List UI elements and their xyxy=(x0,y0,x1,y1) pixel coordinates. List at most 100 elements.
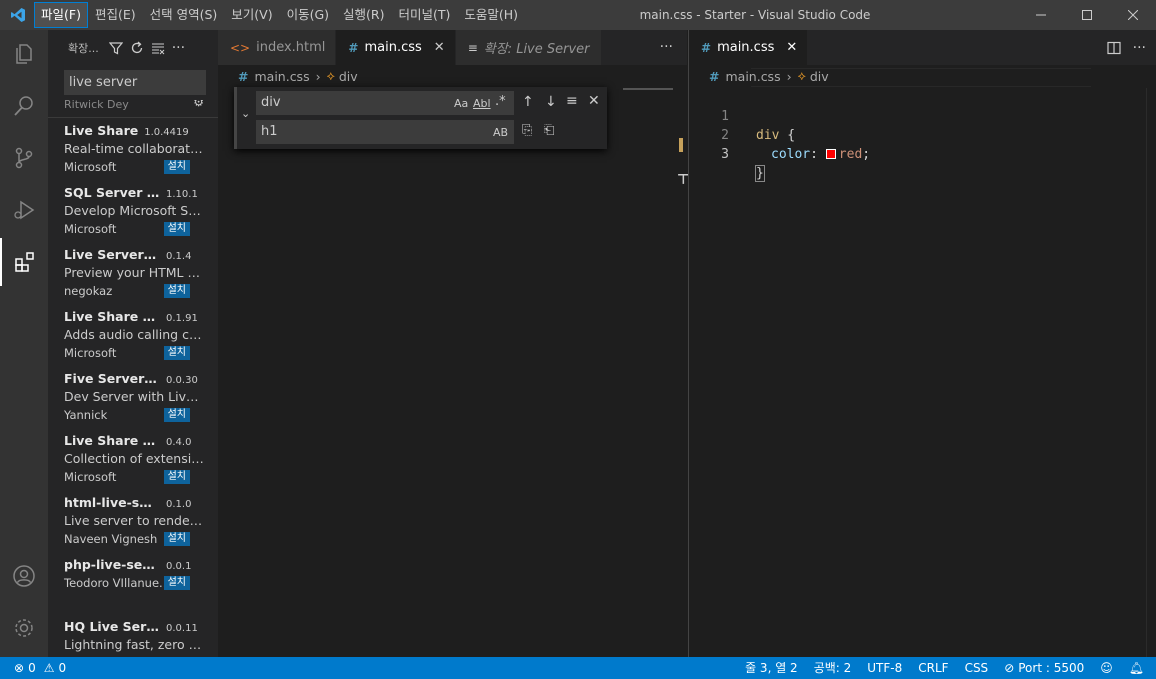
css-value: red xyxy=(838,147,863,162)
accounts-button[interactable] xyxy=(0,552,48,600)
extension-version: 0.0.1 xyxy=(166,561,192,572)
run-debug-button[interactable] xyxy=(0,186,48,234)
install-button[interactable]: 설치 xyxy=(163,532,190,546)
editor-group-left: <> index.html # main.css ✕ ≡ 확장: Live Se… xyxy=(218,30,690,657)
color-swatch-icon[interactable] xyxy=(825,149,836,159)
cursor-position[interactable]: 줄 3, 열 2 xyxy=(737,657,806,679)
problems-status[interactable]: ⊗ 0 ⚠ 0 xyxy=(0,661,66,675)
close-tab-icon[interactable]: ✕ xyxy=(786,40,797,55)
close-icon[interactable]: ✕ xyxy=(588,93,600,109)
list-item[interactable]: php-live-server 0.0.1 Teodoro VIllanue...… xyxy=(48,552,218,614)
preserve-case-toggle[interactable]: AB xyxy=(493,126,508,139)
notifications-button[interactable]: 🔔︎ xyxy=(1121,657,1156,679)
extension-description: Lightning fast, zero co... xyxy=(64,637,206,652)
match-case-toggle[interactable]: Aa xyxy=(454,97,468,110)
code-line: 3 } xyxy=(689,126,1156,182)
warning-count: 0 xyxy=(58,661,67,675)
minimap[interactable] xyxy=(623,88,673,90)
clear-results-icon[interactable] xyxy=(151,41,165,55)
extension-preview-icon: ≡ xyxy=(467,40,478,55)
whole-word-toggle[interactable]: Abl xyxy=(473,97,491,110)
extension-search-input[interactable]: live server xyxy=(64,70,206,95)
encoding[interactable]: UTF-8 xyxy=(859,657,910,679)
extension-publisher: Microsoft xyxy=(64,160,117,174)
menu-go[interactable]: 이동(G) xyxy=(281,3,335,27)
scrollbar-find-marker xyxy=(679,138,683,152)
extension-description: Dev Server with Live Re... xyxy=(64,389,206,404)
install-button[interactable]: 설치 xyxy=(163,408,190,422)
language-mode[interactable]: CSS xyxy=(957,657,997,679)
extension-publisher: Microsoft xyxy=(64,222,117,236)
account-icon xyxy=(13,565,35,587)
list-item[interactable]: Live Share Ex... 0.4.0 Collection of exte… xyxy=(48,428,218,490)
list-item[interactable]: Live Share 1.0.4419 Real-time collaborati… xyxy=(48,118,218,180)
split-editor-icon[interactable] xyxy=(1107,41,1121,55)
tab-index-html[interactable]: <> index.html xyxy=(218,30,337,65)
replace-icon[interactable]: ⎘ xyxy=(522,123,532,138)
maximize-button[interactable] xyxy=(1064,0,1110,30)
find-in-selection-icon[interactable]: ≡ xyxy=(566,93,578,109)
current-line-highlight xyxy=(751,68,1091,87)
menu-view[interactable]: 보기(V) xyxy=(225,3,278,27)
install-button[interactable]: 설치 xyxy=(163,346,190,360)
source-control-button[interactable] xyxy=(0,134,48,182)
install-button[interactable]: 설치 xyxy=(163,160,190,174)
list-item[interactable]: Live Share Au... 0.1.91 Adds audio callin… xyxy=(48,304,218,366)
regex-toggle[interactable]: .* xyxy=(495,94,506,109)
filter-icon[interactable] xyxy=(108,41,123,55)
feedback-button[interactable]: ☺ xyxy=(1092,657,1121,679)
list-item[interactable]: Five Server (L... 0.0.30 Dev Server with … xyxy=(48,366,218,428)
explorer-button[interactable] xyxy=(0,30,48,78)
tab-main-css[interactable]: # main.css ✕ xyxy=(689,30,809,65)
search-button[interactable] xyxy=(0,82,48,130)
list-item[interactable]: HQ Live Server 0.0.11 Lightning fast, zer… xyxy=(48,614,218,657)
more-actions-icon[interactable]: ··· xyxy=(1133,40,1146,56)
replace-input[interactable]: h1 xyxy=(256,120,514,144)
menu-selection[interactable]: 선택 영역(S) xyxy=(144,3,224,27)
extension-version: 1.10.1 xyxy=(166,189,198,200)
install-button[interactable]: 설치 xyxy=(163,284,190,298)
manage-button[interactable] xyxy=(0,604,48,652)
more-actions-icon[interactable]: ··· xyxy=(660,30,673,65)
extension-name: Live Share Au... xyxy=(64,309,160,324)
tab-extension-live-server[interactable]: ≡ 확장: Live Server xyxy=(455,30,602,65)
menu-help[interactable]: 도움말(H) xyxy=(458,3,524,27)
chevron-down-icon[interactable]: ⌄ xyxy=(241,107,250,120)
list-item[interactable]: SQL Server (... 1.10.1 Develop Microsoft … xyxy=(48,180,218,242)
close-brace: } xyxy=(755,165,765,182)
find-replace-widget: ⌄ div Aa Abl .* ↑ ↓ ≡ ✕ h1 AB ⎘ ⎗ xyxy=(234,87,607,149)
extension-description: Collection of extension... xyxy=(64,451,206,466)
refresh-icon[interactable] xyxy=(130,41,144,55)
live-server-status[interactable]: ⊘ Port : 5500 xyxy=(996,657,1092,679)
arrow-down-icon[interactable]: ↓ xyxy=(545,94,557,110)
menu-edit[interactable]: 편집(E) xyxy=(89,3,142,27)
menu-run[interactable]: 실행(R) xyxy=(337,3,390,27)
extension-name: html-live-ser... xyxy=(64,495,160,510)
menu-file[interactable]: 파일(F) xyxy=(34,2,88,28)
more-actions-icon[interactable]: ··· xyxy=(172,40,185,56)
breadcrumb: # main.css › ⟡ div xyxy=(218,65,687,87)
vertical-scrollbar[interactable] xyxy=(1146,88,1156,657)
close-tab-icon[interactable]: ✕ xyxy=(434,40,445,55)
list-item[interactable]: html-live-ser... 0.1.0 Live server to ren… xyxy=(48,490,218,552)
minimize-button[interactable] xyxy=(1018,0,1064,30)
install-button[interactable]: 설치 xyxy=(163,576,190,590)
close-window-button[interactable] xyxy=(1110,0,1156,30)
tab-main-css[interactable]: # main.css ✕ xyxy=(336,30,456,65)
code-line: 1 div { xyxy=(689,88,1156,143)
arrow-up-icon[interactable]: ↑ xyxy=(522,94,534,110)
extensions-button[interactable] xyxy=(0,238,48,286)
install-button[interactable]: 설치 xyxy=(163,222,190,236)
install-button[interactable]: 설치 xyxy=(163,470,190,484)
gear-icon[interactable]: ⚙ xyxy=(193,100,204,108)
indentation[interactable]: 공백: 2 xyxy=(806,657,860,679)
breadcrumb-symbol[interactable]: div xyxy=(339,69,358,84)
code-editor[interactable]: 1 div { 2 color: red; 3 } xyxy=(689,88,1156,182)
replace-all-icon[interactable]: ⎗ xyxy=(544,123,554,138)
menu-terminal[interactable]: 터미널(T) xyxy=(393,3,457,27)
list-item[interactable]: Live Server P... 0.1.4 Preview your HTML … xyxy=(48,242,218,304)
editor-group-right: # main.css ✕ ··· # main.css › ⟡ div 1 di… xyxy=(688,30,1156,657)
end-of-line[interactable]: CRLF xyxy=(910,657,956,679)
extension-description: Preview your HTML file... xyxy=(64,265,206,280)
breadcrumb-file[interactable]: main.css xyxy=(254,69,309,84)
